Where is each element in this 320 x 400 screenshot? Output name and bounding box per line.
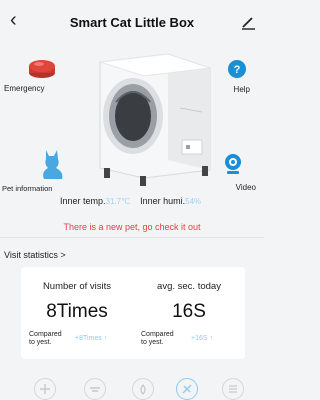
pencil-icon[interactable] <box>240 14 256 30</box>
visits-delta: +8Times ↑ <box>75 335 108 342</box>
avg-delta: +16S ↑ <box>191 335 213 342</box>
chevron-left-icon[interactable]: ‹ <box>10 10 17 30</box>
new-pet-notice[interactable]: There is a new pet, go check it out <box>0 222 264 232</box>
visit-statistics-link[interactable]: Visit statistics > <box>4 250 66 260</box>
avg-column: avg. sec. today 16S Compared to yest. +1… <box>133 267 245 359</box>
visits-column: Number of visits 8Times Compared to yest… <box>21 267 133 359</box>
visits-value: 8Times <box>46 301 108 322</box>
header-bar: ‹ Smart Cat Little Box <box>0 0 264 44</box>
pet-info-label: Pet information <box>2 184 53 193</box>
settings-icon[interactable] <box>176 378 198 400</box>
emergency-button[interactable] <box>28 56 56 80</box>
temp-label: Inner temp. <box>60 196 106 206</box>
litter-box-image <box>99 53 211 186</box>
divider <box>0 237 264 238</box>
help-icon[interactable]: ? <box>228 60 246 78</box>
visits-header: Number of visits <box>42 281 112 292</box>
visits-compare-label: Compared to yest. <box>29 331 62 346</box>
environment-readout: Inner temp.31.7℃ Inner humi.54% <box>60 196 201 206</box>
help-label: Help <box>233 85 250 94</box>
cat-icon[interactable] <box>38 148 66 180</box>
avg-header: avg. sec. today <box>157 281 221 292</box>
humidity-value: 54% <box>185 197 202 206</box>
level-icon[interactable] <box>84 378 106 400</box>
deodorize-icon[interactable] <box>132 378 154 400</box>
visit-stats-card: Number of visits 8Times Compared to yest… <box>21 267 245 359</box>
temp-value: 31.7℃ <box>105 197 131 206</box>
avg-compare-label: Compared to yest. <box>141 331 174 346</box>
humidity-label: Inner humi. <box>140 196 186 206</box>
svg-text:?: ? <box>234 64 241 76</box>
clean-icon[interactable] <box>34 378 56 400</box>
menu-icon[interactable] <box>222 378 244 400</box>
avg-value: 16S <box>172 301 206 322</box>
video-label: Video <box>235 183 256 192</box>
bottom-nav <box>0 374 264 400</box>
page-title: Smart Cat Little Box <box>69 14 195 30</box>
emergency-label: Emergency <box>4 84 45 93</box>
video-camera-icon[interactable] <box>224 154 242 176</box>
